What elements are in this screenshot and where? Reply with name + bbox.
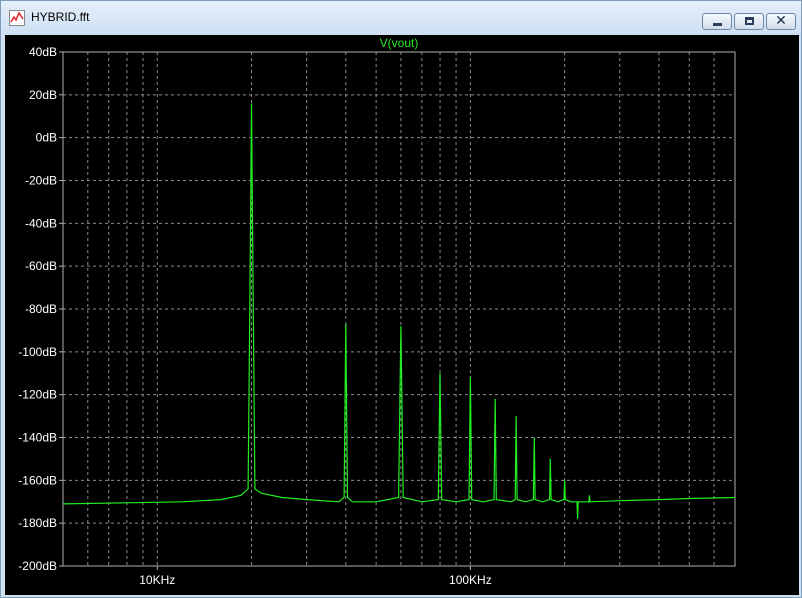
y-tick-label: -180dB xyxy=(18,516,57,530)
y-tick-label: -100dB xyxy=(18,345,57,359)
maximize-button[interactable] xyxy=(734,13,764,30)
close-button[interactable]: ✕ xyxy=(766,13,796,30)
y-tick-label: 40dB xyxy=(29,45,57,59)
y-tick-label: -160dB xyxy=(18,473,57,487)
y-tick-label: -80dB xyxy=(25,302,57,316)
x-tick-label: 100KHz xyxy=(449,573,492,587)
close-icon: ✕ xyxy=(775,13,787,29)
minimize-icon xyxy=(713,23,722,26)
y-tick-label: 20dB xyxy=(29,88,57,102)
y-axis-ticks: 40dB 20dB 0dB -20dB -40dB -60dB -80dB -100dB -12… xyxy=(18,45,63,573)
y-tick-label: -120dB xyxy=(18,388,57,402)
y-tick-label: -20dB xyxy=(25,174,57,188)
x-tick-label: 10KHz xyxy=(139,573,175,587)
app-window: HYBRID.fft ✕ 40dB 20dB 0dB -20dB -40dB -60dB -… xyxy=(0,0,802,598)
waveform-app-icon xyxy=(9,10,25,26)
window-title: HYBRID.fft xyxy=(31,10,90,24)
y-tick-label: -200dB xyxy=(18,559,57,573)
series-layer xyxy=(62,103,736,519)
maximize-icon xyxy=(745,17,754,25)
y-tick-label: 0dB xyxy=(36,131,57,145)
title-bar[interactable]: HYBRID.fft ✕ xyxy=(1,1,801,35)
chart-title: V(vout) xyxy=(380,36,419,50)
waveform-app-icon-glyph xyxy=(10,11,24,23)
y-tick-label: -40dB xyxy=(25,216,57,230)
series-trace-vout xyxy=(62,103,736,519)
x-axis-ticks: 10KHz 100KHz xyxy=(139,566,492,587)
y-tick-label: -140dB xyxy=(18,431,57,445)
fft-plot-area[interactable]: 40dB 20dB 0dB -20dB -40dB -60dB -80dB -100dB -12… xyxy=(5,35,799,595)
fft-chart: 40dB 20dB 0dB -20dB -40dB -60dB -80dB -100dB -12… xyxy=(18,36,736,587)
y-tick-label: -60dB xyxy=(25,259,57,273)
minimize-button[interactable] xyxy=(702,13,732,30)
